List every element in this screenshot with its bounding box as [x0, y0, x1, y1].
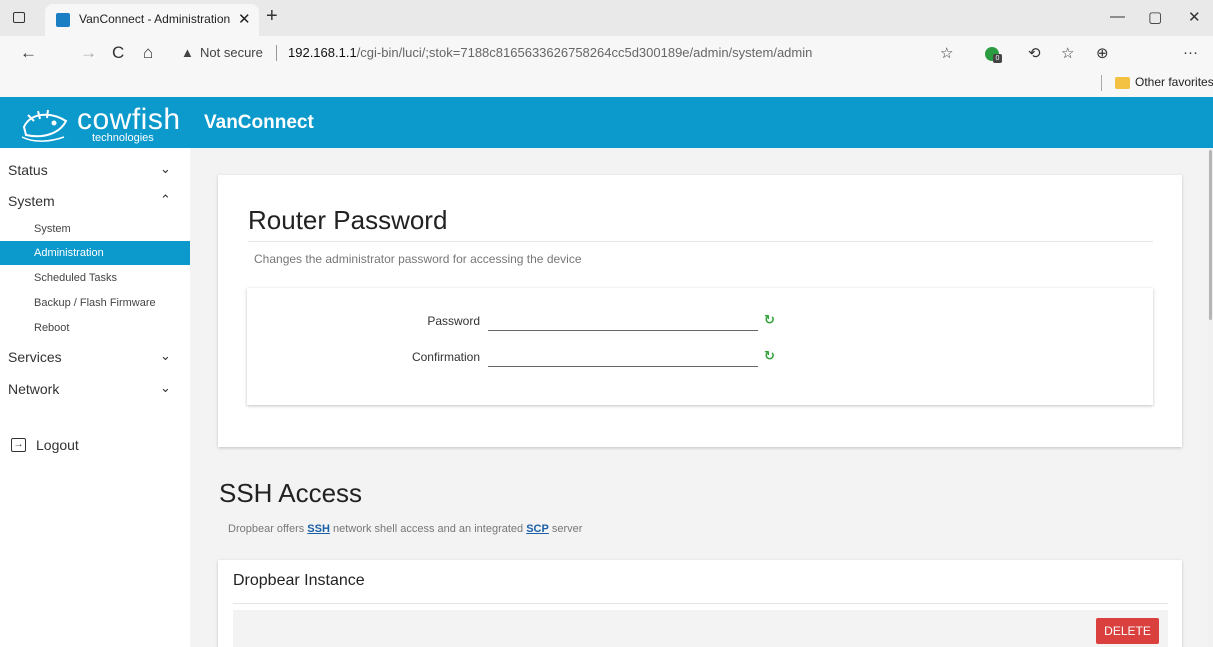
- sidebar-item-network[interactable]: Network ⌄: [0, 376, 190, 402]
- address-separator: [276, 45, 277, 61]
- sidebar-item-status[interactable]: Status ⌄: [0, 157, 190, 183]
- sidebar-sub-label: System: [34, 223, 71, 235]
- favorites-separator: [1101, 75, 1102, 91]
- sidebar-item-system[interactable]: System ⌃: [0, 188, 190, 214]
- dropbear-instance-card: Dropbear Instance DELETE: [218, 560, 1182, 647]
- instance-row: [233, 610, 1168, 647]
- reload-icon[interactable]: C: [112, 43, 124, 63]
- router-password-card: Router Password Changes the administrato…: [218, 175, 1182, 447]
- router-password-description: Changes the administrator password for a…: [254, 252, 582, 266]
- sidebar-item-label: Services: [8, 349, 62, 365]
- home-icon[interactable]: ⌂: [143, 43, 153, 63]
- warning-icon[interactable]: ▲: [181, 45, 194, 60]
- scp-link[interactable]: SCP: [526, 523, 549, 535]
- chevron-up-icon: ⌃: [160, 192, 171, 207]
- sidebar-sub-backup-flash[interactable]: Backup / Flash Firmware: [0, 291, 190, 315]
- scrollbar-thumb[interactable]: [1209, 150, 1212, 320]
- logout-link[interactable]: Logout: [36, 437, 79, 453]
- not-secure-label[interactable]: Not secure: [200, 45, 263, 60]
- extensions-puzzle-icon[interactable]: ⟲: [1028, 44, 1041, 62]
- ssh-desc-pre: Dropbear offers: [228, 523, 308, 535]
- sidebar-sub-system[interactable]: System: [0, 217, 190, 241]
- app-title[interactable]: VanConnect: [204, 112, 314, 134]
- divider: [248, 241, 1153, 242]
- sidebar-sub-label: Scheduled Tasks: [34, 272, 117, 284]
- sidebar-sub-reboot[interactable]: Reboot: [0, 316, 190, 340]
- extension-badge: 0: [993, 54, 1002, 63]
- folder-icon[interactable]: [1115, 77, 1130, 89]
- url-host: 192.168.1.1: [288, 45, 357, 60]
- restore-icon[interactable]: ▢: [1148, 8, 1162, 26]
- sidebar-sub-label: Administration: [34, 247, 104, 259]
- site-favicon-icon: [56, 13, 70, 27]
- sidebar-sub-scheduled-tasks[interactable]: Scheduled Tasks: [0, 266, 190, 290]
- confirmation-field[interactable]: [488, 348, 758, 367]
- ssh-description: Dropbear offers SSH network shell access…: [228, 523, 582, 535]
- ssh-desc-post: server: [548, 523, 583, 535]
- logo-subtitle: technologies: [92, 132, 154, 144]
- ssh-link[interactable]: SSH: [307, 523, 330, 535]
- password-generate-icon[interactable]: ↻: [764, 312, 775, 328]
- favorites-icon[interactable]: ☆: [1061, 44, 1074, 62]
- ssh-access-heading: SSH Access: [219, 478, 363, 508]
- sidebar-item-label: System: [8, 193, 55, 209]
- other-favorites-link[interactable]: Other favorites: [1135, 75, 1213, 89]
- address-bar-row: ← → C ⌂ ▲ Not secure 192.168.1.1/cgi-bin…: [0, 36, 1213, 70]
- sidebar-item-label: Status: [8, 162, 48, 178]
- password-form: Password ↻ Confirmation ↻: [247, 288, 1153, 405]
- favorites-bar: Other favorites: [0, 70, 1213, 97]
- forward-icon[interactable]: →: [80, 43, 97, 63]
- favorite-star-icon[interactable]: ☆: [940, 44, 953, 62]
- chevron-down-icon: ⌄: [160, 380, 171, 395]
- dropbear-instance-heading: Dropbear Instance: [233, 572, 365, 589]
- collections-icon[interactable]: ⊕: [1096, 44, 1109, 62]
- new-tab-icon[interactable]: +: [266, 5, 278, 28]
- password-label: Password: [427, 314, 480, 328]
- sidebar-item-services[interactable]: Services ⌄: [0, 344, 190, 370]
- close-window-icon[interactable]: ✕: [1188, 8, 1201, 26]
- browser-tab-bar: VanConnect - Administration - LuCI ✕ + —…: [0, 0, 1213, 36]
- back-icon[interactable]: ←: [20, 43, 37, 63]
- url-field[interactable]: 192.168.1.1/cgi-bin/luci/;stok=7188c8165…: [288, 45, 812, 60]
- sidebar: Status ⌄ System ⌃ System Administration …: [0, 148, 190, 647]
- sidebar-item-label: Network: [8, 381, 60, 397]
- app-header: cowfish technologies VanConnect: [0, 97, 1213, 148]
- tab-title: VanConnect - Administration - LuCI: [79, 12, 231, 26]
- menu-icon[interactable]: ···: [1183, 44, 1198, 61]
- router-password-heading: Router Password: [248, 205, 448, 235]
- sidebar-sub-label: Backup / Flash Firmware: [34, 297, 156, 309]
- tab-close-icon[interactable]: ✕: [238, 10, 251, 28]
- delete-button[interactable]: DELETE: [1096, 618, 1159, 644]
- browser-tab[interactable]: VanConnect - Administration - LuCI ✕: [45, 4, 259, 36]
- divider: [233, 603, 1168, 604]
- tab-actions-icon[interactable]: [13, 12, 25, 23]
- confirmation-label: Confirmation: [411, 350, 480, 364]
- sidebar-sub-label: Reboot: [34, 322, 70, 334]
- confirmation-generate-icon[interactable]: ↻: [764, 348, 775, 364]
- chevron-down-icon: ⌄: [160, 161, 171, 176]
- ssh-desc-mid: network shell access and an integrated: [329, 523, 527, 535]
- chevron-down-icon: ⌄: [160, 348, 171, 363]
- sidebar-sub-administration[interactable]: Administration: [0, 241, 190, 265]
- url-path: /cgi-bin/luci/;stok=7188c816563362675826…: [356, 45, 813, 60]
- minimize-icon[interactable]: —: [1110, 8, 1125, 25]
- cowfish-logo-icon[interactable]: [20, 107, 70, 143]
- logout-icon[interactable]: →: [11, 438, 26, 452]
- password-field[interactable]: [488, 312, 758, 331]
